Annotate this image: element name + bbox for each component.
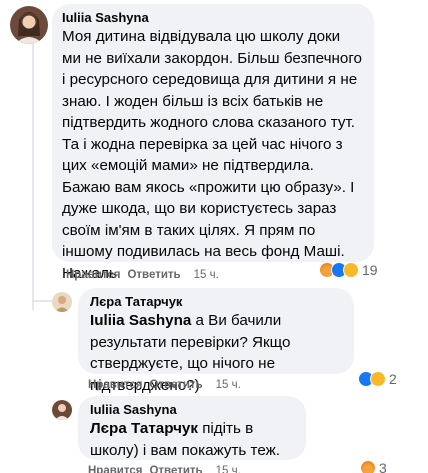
like-link[interactable]: Нравится xyxy=(88,379,142,391)
avatar[interactable] xyxy=(52,292,72,312)
reaction-count: 19 xyxy=(362,262,378,278)
reactions-summary[interactable]: 2 xyxy=(358,369,397,389)
care-reaction-icon xyxy=(370,371,386,387)
avatar-photo xyxy=(10,6,48,44)
comment-actions: Нравится Ответить 15 ч. xyxy=(66,269,226,281)
mention-link[interactable]: Iuliia Sashyna xyxy=(90,312,191,329)
thread-line xyxy=(32,300,54,302)
avatar[interactable] xyxy=(52,400,72,420)
comment-actions: Нравится Ответить 15 ч. xyxy=(88,465,248,473)
avatar[interactable] xyxy=(10,6,48,44)
comment-author[interactable]: Лєра Татарчук xyxy=(90,293,342,310)
thread-line xyxy=(32,40,34,310)
reply-bubble: Iuliia Sashyna Лєра Татарчук підіть в шк… xyxy=(78,396,306,460)
like-link[interactable]: Нравится xyxy=(88,465,142,473)
mention-link[interactable]: Лєра Татарчук xyxy=(90,420,198,437)
reactions-summary[interactable]: 3 xyxy=(360,458,387,473)
angry-reaction-icon xyxy=(360,460,376,473)
timestamp[interactable]: 15 ч. xyxy=(216,379,241,391)
avatar-photo xyxy=(52,400,72,420)
timestamp[interactable]: 15 ч. xyxy=(194,269,219,281)
comment-actions: Нравится Ответить 15 ч. xyxy=(88,379,248,391)
reply-link[interactable]: Ответить xyxy=(149,465,202,473)
reaction-count: 3 xyxy=(379,460,387,473)
reply-link[interactable]: Ответить xyxy=(127,269,180,281)
reply-link[interactable]: Ответить xyxy=(149,379,202,391)
reactions-summary[interactable]: 19 xyxy=(319,260,378,280)
comment-author[interactable]: Iuliia Sashyna xyxy=(90,401,294,418)
comment-text: Моя дитина відвідувала цю школу доки ми … xyxy=(62,28,362,282)
comment-author[interactable]: Iuliia Sashyna xyxy=(62,9,362,26)
reaction-count: 2 xyxy=(389,371,397,387)
like-link[interactable]: Нравится xyxy=(66,269,120,281)
comment-bubble: Iuliia Sashyna Моя дитина відвідувала цю… xyxy=(52,4,374,282)
wow-reaction-icon xyxy=(343,262,359,278)
comment-text: Лєра Татарчук підіть в школу) і вам пока… xyxy=(90,420,280,459)
timestamp[interactable]: 15 ч. xyxy=(216,465,241,473)
avatar-photo xyxy=(52,292,72,312)
reply-bubble: Лєра Татарчук Iuliia Sashyna а Ви бачили… xyxy=(78,288,354,394)
